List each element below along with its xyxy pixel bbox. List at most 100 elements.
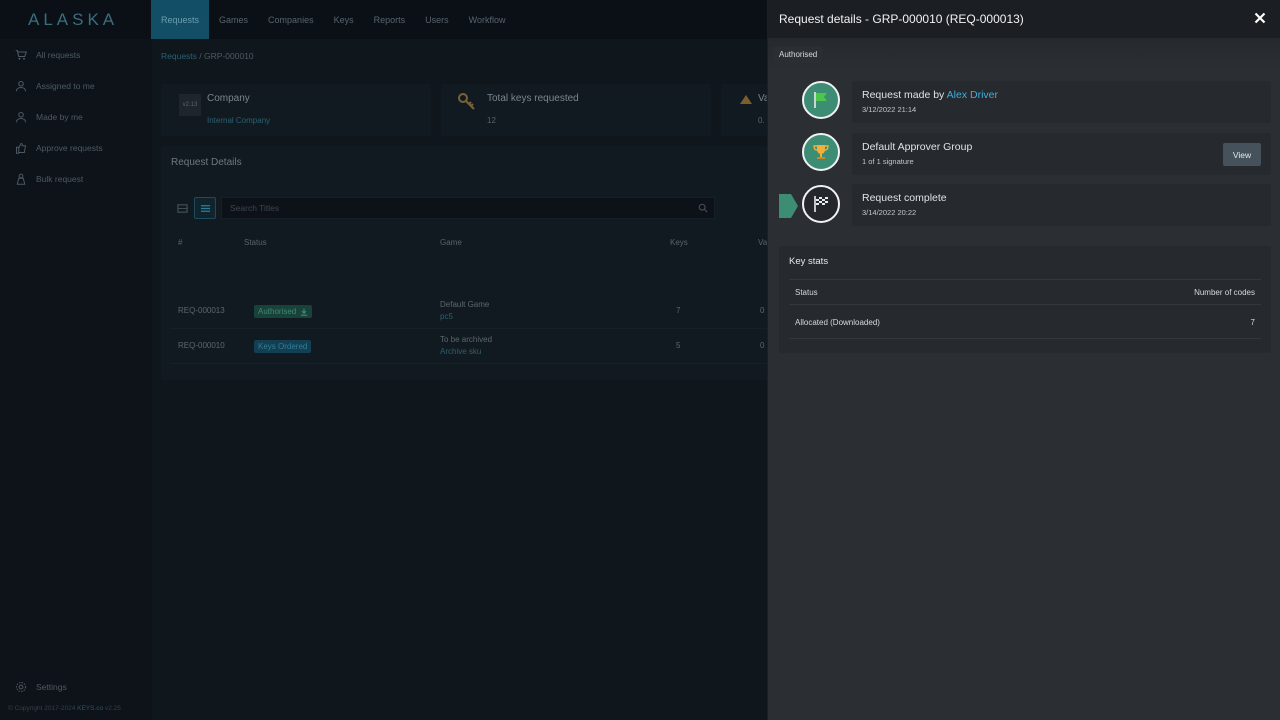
step-timestamp: 3/14/2022 20:22 bbox=[862, 208, 917, 217]
view-button[interactable]: View bbox=[1223, 143, 1261, 166]
current-step-arrow-icon bbox=[779, 194, 798, 218]
nav-games[interactable]: Games bbox=[209, 0, 258, 39]
sidebar-item-assigned-to-me[interactable]: Assigned to me bbox=[0, 70, 152, 101]
stats-status: Allocated (Downloaded) bbox=[795, 318, 880, 327]
sidebar: All requests Assigned to me Made by me A… bbox=[0, 39, 152, 720]
company-link[interactable]: Internal Company bbox=[207, 116, 270, 125]
nav-workflow[interactable]: Workflow bbox=[459, 0, 516, 39]
nav-companies[interactable]: Companies bbox=[258, 0, 324, 39]
panel-title: Request Details bbox=[171, 157, 242, 168]
requester-link[interactable]: Alex Driver bbox=[947, 89, 998, 101]
company-thumbnail: v2.13 bbox=[179, 94, 201, 116]
key-stats-header: Status Number of codes bbox=[789, 279, 1261, 304]
row-keys: 5 bbox=[676, 341, 681, 350]
row-game: Default Game bbox=[440, 300, 490, 309]
sidebar-item-all-requests[interactable]: All requests bbox=[0, 39, 152, 70]
step-circle-request-made bbox=[802, 81, 840, 119]
list-view-toggle[interactable] bbox=[194, 197, 216, 219]
step-title: Request made by Alex Driver bbox=[862, 89, 998, 101]
value-card: Va 0. bbox=[721, 84, 770, 136]
sidebar-item-label: Assigned to me bbox=[36, 80, 95, 91]
sidebar-item-made-by-me[interactable]: Made by me bbox=[0, 101, 152, 132]
search-titles-input[interactable]: Search Titles bbox=[221, 197, 715, 219]
request-details-panel: Request Details Search Titles # Status G… bbox=[161, 146, 768, 380]
trophy-icon bbox=[813, 145, 829, 159]
drawer-title: Request details - GRP-000010 (REQ-000013… bbox=[779, 12, 1024, 26]
sidebar-item-label: Made by me bbox=[36, 111, 83, 122]
table-row[interactable]: REQ-000010 Keys Ordered To be archived A… bbox=[170, 329, 768, 364]
company-card-title: Company bbox=[207, 93, 250, 104]
row-keys: 7 bbox=[676, 306, 681, 315]
sidebar-item-label: Settings bbox=[36, 681, 67, 692]
status-badge: Authorised bbox=[774, 46, 823, 63]
step-circle-approver-group bbox=[802, 133, 840, 171]
step-title: Request complete bbox=[862, 192, 947, 204]
breadcrumb: Requests / GRP-000010 bbox=[161, 51, 254, 61]
sidebar-item-label: Approve requests bbox=[36, 142, 103, 153]
step-title: Default Approver Group bbox=[862, 141, 973, 153]
step-signature-count: 1 of 1 signature bbox=[862, 157, 914, 166]
nav-reports[interactable]: Reports bbox=[364, 0, 416, 39]
grid-view-toggle[interactable] bbox=[171, 197, 193, 219]
col-header-number-of-codes: Number of codes bbox=[1194, 288, 1255, 297]
close-button[interactable] bbox=[1252, 10, 1268, 26]
app-logo[interactable]: ALASKA bbox=[0, 0, 151, 39]
step-request-made: Request made by Alex Driver 3/12/2022 21… bbox=[852, 81, 1271, 123]
status-badge: Keys Ordered bbox=[254, 340, 312, 353]
download-icon bbox=[301, 308, 308, 316]
table-row[interactable]: REQ-000013 Authorised Default Game pc5 7… bbox=[170, 294, 768, 329]
step-approver-group: Default Approver Group 1 of 1 signature … bbox=[852, 133, 1271, 175]
sidebar-item-settings[interactable]: Settings bbox=[0, 671, 152, 702]
sidebar-item-bulk-request[interactable]: Bulk request bbox=[0, 163, 152, 194]
thumbs-up-icon bbox=[14, 141, 28, 155]
company-card: v2.13 Company Internal Company bbox=[161, 84, 431, 136]
nav-keys[interactable]: Keys bbox=[324, 0, 364, 39]
row-sku-link[interactable]: Archive sku bbox=[440, 347, 481, 356]
step-timestamp: 3/12/2022 21:14 bbox=[862, 105, 917, 114]
row-game: To be archived bbox=[440, 335, 493, 344]
table-row: Allocated (Downloaded) 7 bbox=[789, 304, 1261, 339]
brand-link[interactable]: KEYS.co bbox=[77, 705, 103, 712]
breadcrumb-requests-link[interactable]: Requests bbox=[161, 51, 197, 61]
main-content: Requests / GRP-000010 v2.13 Company Inte… bbox=[152, 39, 770, 720]
gear-icon bbox=[14, 680, 28, 694]
bulk-icon bbox=[14, 172, 28, 186]
row-id: REQ-000013 bbox=[178, 306, 225, 315]
key-stats-table: Status Number of codes Allocated (Downlo… bbox=[789, 279, 1261, 339]
close-icon bbox=[1254, 12, 1266, 24]
key-stats-title: Key stats bbox=[789, 256, 829, 267]
key-stats-card: Key stats Status Number of codes Allocat… bbox=[779, 246, 1271, 353]
step-request-complete: Request complete 3/14/2022 20:22 bbox=[852, 184, 1271, 226]
row-value: 0 bbox=[760, 306, 765, 315]
row-sku-link[interactable]: pc5 bbox=[440, 312, 453, 321]
cart-icon bbox=[14, 48, 28, 62]
drawer-header: Request details - GRP-000010 (REQ-000013… bbox=[768, 0, 1280, 38]
col-header-game: Game bbox=[440, 238, 462, 247]
status-strip: Authorised bbox=[768, 38, 1280, 70]
user-icon bbox=[14, 110, 28, 124]
total-keys-card: Total keys requested 12 bbox=[441, 84, 711, 136]
sidebar-item-label: Bulk request bbox=[36, 173, 84, 184]
sidebar-item-label: All requests bbox=[36, 49, 81, 60]
col-header-status: Status bbox=[244, 238, 267, 247]
total-keys-value: 12 bbox=[487, 116, 496, 125]
step-circle-request-complete bbox=[802, 185, 840, 223]
row-id: REQ-000010 bbox=[178, 341, 225, 350]
col-header-number: # bbox=[178, 238, 183, 247]
search-icon bbox=[698, 203, 708, 215]
status-badge: Authorised bbox=[254, 305, 313, 318]
value-card-value: 0. bbox=[758, 116, 765, 125]
stats-codes: 7 bbox=[1250, 318, 1255, 327]
total-keys-title: Total keys requested bbox=[487, 93, 579, 104]
nav-requests[interactable]: Requests bbox=[151, 0, 210, 39]
key-icon bbox=[457, 92, 477, 117]
sidebar-item-approve-requests[interactable]: Approve requests bbox=[0, 132, 152, 163]
flag-icon bbox=[814, 92, 827, 108]
copyright-footer: © Copyright 2017-2024 KEYS.co v2.25 bbox=[8, 705, 121, 712]
nav-users[interactable]: Users bbox=[415, 0, 459, 39]
row-value: 0 bbox=[760, 341, 765, 350]
col-header-status: Status bbox=[795, 288, 818, 297]
user-icon bbox=[14, 79, 28, 93]
request-details-drawer: Request details - GRP-000010 (REQ-000013… bbox=[767, 0, 1280, 720]
value-icon bbox=[737, 92, 755, 115]
